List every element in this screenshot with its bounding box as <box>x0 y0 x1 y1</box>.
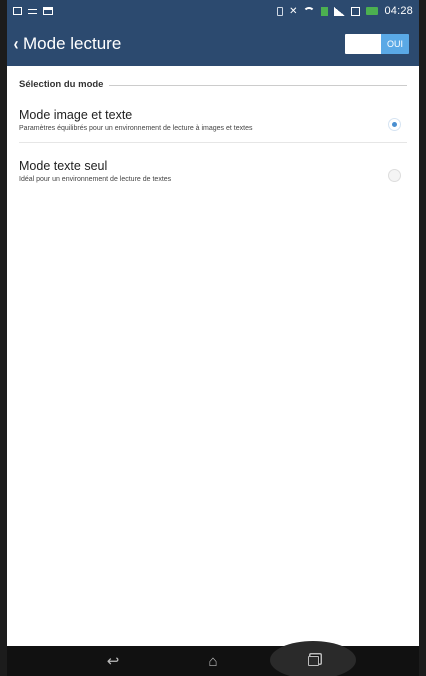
status-bar: ✕ 04:28 <box>7 0 419 22</box>
reading-mode-toggle[interactable]: OUI <box>345 34 409 54</box>
signal-icon <box>334 6 346 16</box>
nav-home-button[interactable]: ⌂ <box>198 653 228 670</box>
status-left-icons <box>13 7 53 15</box>
vibrate-icon <box>277 6 284 16</box>
battery-icon <box>366 7 379 15</box>
home-icon: ⌂ <box>208 652 218 670</box>
window-icon <box>43 7 53 15</box>
equals-icon <box>28 8 37 14</box>
option-text-only[interactable]: Mode texte seul Idéal pour un environnem… <box>19 143 407 193</box>
toggle-track <box>345 34 381 54</box>
radio-image-text[interactable] <box>388 118 401 131</box>
option-title: Mode image et texte <box>19 108 133 122</box>
mute-icon: ✕ <box>289 5 298 17</box>
option-description: Paramètres équilibrés pour un environnem… <box>19 125 253 132</box>
wifi-icon <box>303 6 316 16</box>
option-title: Mode texte seul <box>19 159 108 173</box>
nav-recents-button[interactable] <box>270 640 356 676</box>
sd-card-icon <box>351 6 361 16</box>
section-divider <box>109 84 407 86</box>
navigation-bar: ↩ ⌂ <box>7 640 419 676</box>
option-description: Idéal pour un environnement de lecture d… <box>19 176 172 183</box>
toggle-on-label: OUI <box>381 34 409 54</box>
settings-content: Sélection du mode Mode image et texte Pa… <box>7 66 419 193</box>
radio-text-only[interactable] <box>388 169 401 182</box>
device-frame: ✕ 04:28 ‹ Mode lecture OUI Sélection du … <box>0 0 426 676</box>
nav-back-button[interactable]: ↩ <box>98 652 128 670</box>
page-title: Mode lecture <box>23 34 122 53</box>
back-arrow-icon: ↩ <box>106 653 120 670</box>
status-time: 04:28 <box>384 5 413 17</box>
chevron-left-icon: ‹ <box>13 34 19 54</box>
status-right-icons: ✕ 04:28 <box>277 5 413 17</box>
action-bar: ‹ Mode lecture OUI <box>7 22 419 66</box>
section-header: Sélection du mode <box>19 66 407 92</box>
sim-icon <box>321 6 329 16</box>
section-title: Sélection du mode <box>19 78 104 90</box>
gallery-icon <box>13 7 22 15</box>
option-image-text[interactable]: Mode image et texte Paramètres équilibré… <box>19 92 407 142</box>
back-button[interactable]: ‹ Mode lecture <box>13 34 122 54</box>
recents-icon <box>307 655 319 666</box>
